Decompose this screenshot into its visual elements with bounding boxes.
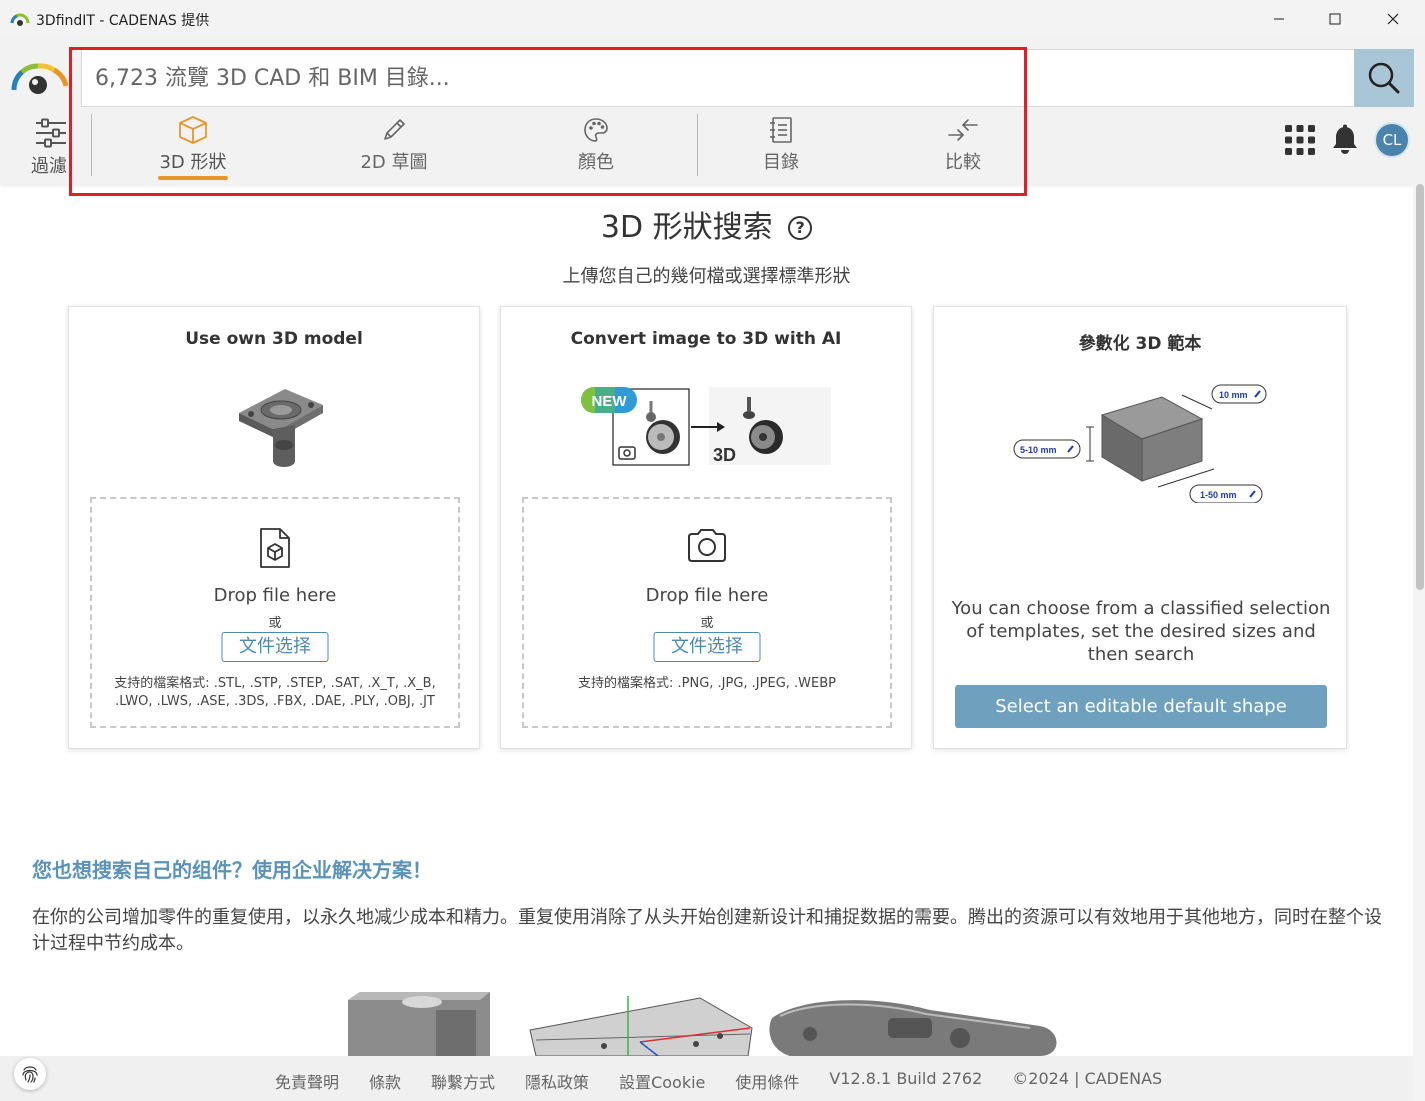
card-parametric-templates: 參數化 3D 範本 10 mm 5-10 mm 1-50 mm You can … [933,306,1347,749]
card-title: Use own 3D model [185,329,363,349]
pencil-icon [384,119,405,140]
filter-label: 過濾 [31,156,67,177]
promo-text: 在你的公司增加零件的重复使用，以永久地减少成本和精力。重复使用消除了从头开始创建… [32,907,1382,954]
active-tab-indicator [158,176,228,180]
app-logo-icon [10,13,30,26]
window-title: 3DfindIT - CADENAS 提供 [36,13,210,29]
scrollbar-thumb[interactable] [1416,184,1424,590]
user-avatar[interactable]: CL [1374,122,1410,158]
page-subtitle: 上傳您自己的幾何檔或選擇標準形狀 [562,266,851,287]
page-title: 3D 形狀搜索 ? [0,202,1413,246]
3d-label: 3D [713,445,736,465]
app-header: 過濾 3D 形狀 2D 草圖 [0,38,1425,196]
tab-3d-shape[interactable]: 3D 形狀 [143,114,243,184]
select-default-shape-button[interactable]: Select an editable default shape [955,685,1327,728]
tab-catalog[interactable]: 目錄 [731,114,831,184]
file-drop-zone[interactable]: Drop file here 或 文件选择 支持的檔案格式: .STL, .ST… [90,497,460,728]
minimize-button[interactable] [1250,0,1308,38]
card-image-to-3d: Convert image to 3D with AI NEW 3D Drop [500,306,912,749]
footer-copyright: ©2024 | CADENAS [1012,1069,1163,1088]
search-box [81,49,1354,107]
footer-version: V12.8.1 Build 2762 [829,1069,983,1088]
footer-link-disclaimer[interactable]: 免責聲明 [275,1069,339,1093]
3dfindit-logo[interactable] [8,60,72,100]
tab-label: 比較 [945,152,981,173]
tab-2d-sketch[interactable]: 2D 草圖 [344,114,444,184]
divider [91,114,92,176]
new-badge: NEW [592,393,628,410]
or-text: 或 [268,616,282,631]
tab-compare[interactable]: 比較 [913,114,1013,184]
image-to-3d-preview-image: NEW 3D [581,387,831,466]
file-select-button[interactable]: 文件选择 [653,632,761,662]
compare-arrows-icon [948,119,978,141]
filter-button[interactable]: 過濾 [28,116,78,177]
file-3d-icon [260,528,290,568]
drop-file-text: Drop file here [645,585,769,606]
fingerprint-button[interactable] [14,1058,46,1090]
tab-label: 3D 形狀 [159,152,227,173]
footer-link-cookie-settings[interactable]: 設置Cookie [619,1069,705,1093]
tab-color[interactable]: 顏色 [546,114,646,184]
page-title-text: 3D 形狀搜索 [600,210,773,245]
card-own-3d-model: Use own 3D model Drop file here 或 文件选择 支… [68,306,480,749]
footer-link-privacy[interactable]: 隱私政策 [525,1069,589,1093]
camera-icon [688,529,726,562]
or-text: 或 [700,616,714,631]
card-title: Convert image to 3D with AI [570,329,842,349]
search-icon [1368,62,1400,94]
search-button[interactable] [1354,49,1414,107]
fingerprint-icon [22,1066,38,1083]
search-input[interactable] [82,50,1354,106]
window-titlebar: 3DfindIT - CADENAS 提供 [0,0,1425,38]
bell-icon[interactable] [1330,124,1360,156]
close-icon [1387,13,1399,25]
footer-link-contact[interactable]: 聯繫方式 [431,1069,495,1093]
divider [697,114,698,176]
help-icon[interactable]: ? [788,216,813,240]
palette-icon [584,118,608,142]
catalog-icon [770,117,792,143]
image-drop-zone[interactable]: Drop file here 或 文件选择 支持的檔案格式: .PNG, .JP… [522,497,892,728]
promo-title: 您也想搜索自己的组件？使用企业解决方案！ [32,858,432,882]
minimize-icon [1274,18,1284,20]
maximize-button[interactable] [1306,0,1364,38]
dim-label-depth: 1-50 mm [1200,490,1237,500]
dim-label-height: 5-10 mm [1020,445,1057,455]
card-title: 參數化 3D 範本 [1078,334,1202,354]
footer: 免責聲明 條款 聯繫方式 隱私政策 設置Cookie 使用條件 V12.8.1 … [0,1056,1413,1101]
dim-label-width: 10 mm [1219,390,1248,400]
file-select-button[interactable]: 文件选择 [221,632,329,662]
tab-label: 2D 草圖 [360,152,428,173]
enterprise-parts-preview-image [348,992,1057,1057]
sliders-icon [36,118,66,148]
3d-part-preview-image [239,389,323,467]
tab-label: 目錄 [763,152,799,173]
supported-formats-text: 支持的檔案格式: .STL, .STP, .STEP, .SAT, .X_T, … [114,676,436,709]
close-button[interactable] [1364,0,1422,38]
footer-link-conditions-of-use[interactable]: 使用條件 [735,1069,799,1093]
parametric-box-preview-image: 10 mm 5-10 mm 1-50 mm [1013,384,1267,503]
tab-label: 顏色 [578,152,614,173]
template-description: You can choose from a classified selecti… [951,598,1331,665]
footer-link-terms[interactable]: 條款 [369,1069,401,1093]
supported-formats-text: 支持的檔案格式: .PNG, .JPG, .JPEG, .WEBP [577,676,836,691]
drop-file-text: Drop file here [213,585,337,606]
cube-icon [179,116,207,144]
maximize-icon [1329,13,1341,25]
apps-grid-icon[interactable] [1284,124,1316,156]
